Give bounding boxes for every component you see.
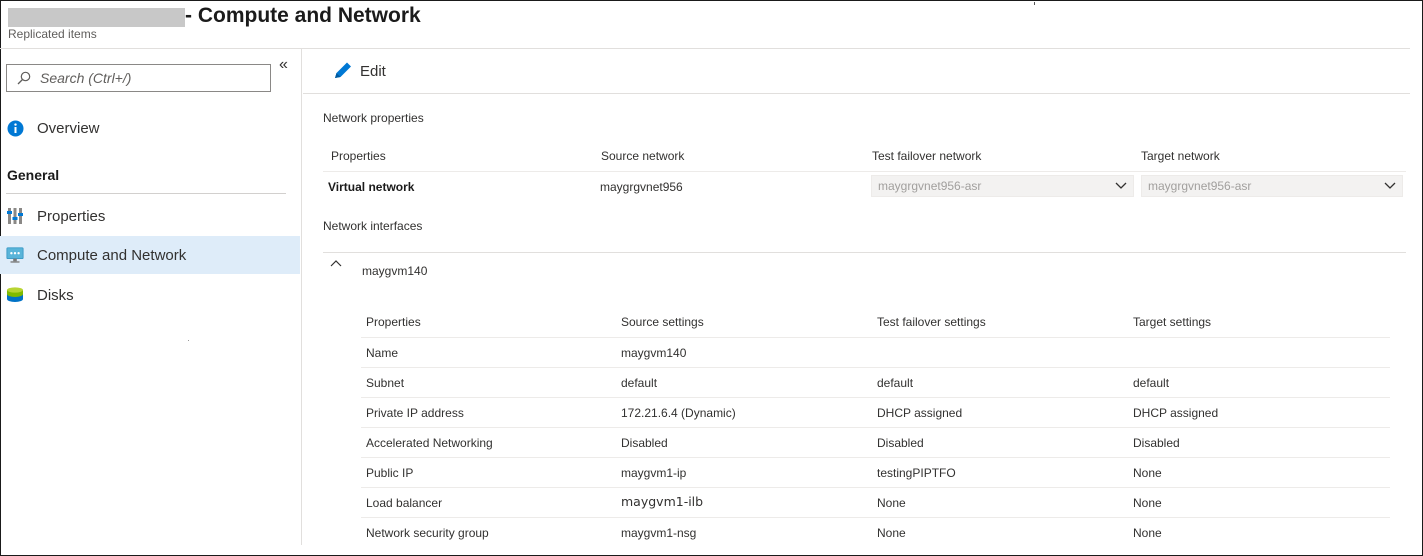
edit-button[interactable]: Edit xyxy=(332,61,386,81)
chevron-up-icon xyxy=(330,260,342,267)
target-setting: Disabled xyxy=(1133,436,1180,450)
column-header-properties: Properties xyxy=(331,149,386,163)
source-setting: maygvm1-ip xyxy=(621,466,687,480)
edit-button-label: Edit xyxy=(360,62,386,80)
sidebar-item-compute-and-network[interactable]: Compute and Network xyxy=(0,236,300,274)
network-properties-heading: Network properties xyxy=(323,111,424,125)
source-setting: maygvm1-ilb xyxy=(621,494,704,509)
info-icon xyxy=(6,119,24,137)
target-setting: DHCP assigned xyxy=(1133,406,1219,420)
row-property: Public IP xyxy=(366,466,414,480)
search-input[interactable] xyxy=(40,70,260,86)
target-setting: None xyxy=(1133,466,1162,480)
nav-group-general: General xyxy=(7,167,60,183)
test-failover-setting: testingPIPTFO xyxy=(877,466,956,480)
sidebar-item-label: Overview xyxy=(37,119,100,137)
source-setting: maygvm140 xyxy=(621,346,687,360)
source-setting: default xyxy=(621,376,658,390)
column-header-test-failover-network: Test failover network xyxy=(872,149,982,163)
sidebar-item-disks[interactable]: Disks xyxy=(0,276,300,314)
table-row: Network security group maygvm1-nsg None … xyxy=(361,517,1390,546)
column-header-properties: Properties xyxy=(366,315,421,329)
table-row: Accelerated Networking Disabled Disabled… xyxy=(361,427,1390,456)
column-header-test-failover-settings: Test failover settings xyxy=(877,315,986,329)
source-setting: maygvm1-nsg xyxy=(621,526,697,540)
page-subtitle: Replicated items xyxy=(8,27,97,41)
collapse-sidebar-icon[interactable]: « xyxy=(279,56,288,74)
table-row: Name maygvm140 xyxy=(361,337,1390,366)
source-setting: Disabled xyxy=(621,436,668,450)
sidebar-item-properties[interactable]: Properties xyxy=(0,197,300,235)
target-setting: None xyxy=(1133,526,1162,540)
test-failover-setting: None xyxy=(877,526,906,540)
column-header-source-network: Source network xyxy=(601,149,685,163)
test-failover-setting: DHCP assigned xyxy=(877,406,963,420)
chevron-down-icon xyxy=(1384,182,1396,189)
test-failover-setting: None xyxy=(877,496,906,510)
search-icon xyxy=(17,71,31,85)
target-setting: default xyxy=(1133,376,1170,390)
row-property: Virtual network xyxy=(328,180,415,194)
chevron-down-icon xyxy=(1115,182,1127,189)
source-setting: 172.21.6.4 (Dynamic) xyxy=(621,406,736,420)
column-header-target-settings: Target settings xyxy=(1133,315,1212,329)
group-divider xyxy=(6,193,286,194)
test-failover-network-dropdown[interactable]: maygrgvnet956-asr xyxy=(871,175,1134,197)
disks-icon xyxy=(6,286,24,304)
column-header-source-settings: Source settings xyxy=(621,315,704,329)
column-header-target-network: Target network xyxy=(1141,149,1220,163)
dropdown-value: maygrgvnet956-asr xyxy=(878,179,982,193)
target-setting: None xyxy=(1133,496,1162,510)
main-content: Edit Network properties Properties Sourc… xyxy=(303,49,1410,545)
nic-divider xyxy=(323,252,1406,253)
row-property: Name xyxy=(366,346,399,360)
row-property: Load balancer xyxy=(366,496,443,510)
row-property: Private IP address xyxy=(366,406,464,420)
sidebar-item-label: Properties xyxy=(37,207,106,225)
sidebar: « Overview General Properties xyxy=(0,49,302,545)
artifact-speck xyxy=(188,340,189,341)
redacted-vault-name xyxy=(8,7,185,27)
network-interfaces-heading: Network interfaces xyxy=(323,219,423,233)
nic-expander[interactable]: maygvm140 xyxy=(330,259,427,278)
nic-name: maygvm140 xyxy=(362,264,428,278)
row-property: Network security group xyxy=(366,526,489,540)
test-failover-setting: Disabled xyxy=(877,436,924,450)
sidebar-item-overview[interactable]: Overview xyxy=(0,109,300,147)
table-row: Private IP address 172.21.6.4 (Dynamic) … xyxy=(361,397,1390,426)
source-network-value: maygrgvnet956 xyxy=(600,180,683,194)
target-network-dropdown[interactable]: maygrgvnet956-asr xyxy=(1141,175,1403,197)
row-property: Subnet xyxy=(366,376,405,390)
search-box[interactable] xyxy=(6,64,271,92)
table-row: Load balancer maygvm1-ilb None None xyxy=(361,487,1390,516)
table-row: Subnet default default default xyxy=(361,367,1390,396)
properties-sliders-icon xyxy=(6,207,24,225)
edit-pencil-icon xyxy=(335,62,351,78)
row-property: Accelerated Networking xyxy=(366,436,493,450)
sidebar-item-label: Compute and Network xyxy=(37,246,187,264)
command-bar: Edit xyxy=(303,49,1410,94)
dropdown-value: maygrgvnet956-asr xyxy=(1148,179,1252,193)
page-header: - Compute and Network xyxy=(8,2,421,30)
page-title: - Compute and Network xyxy=(185,4,421,27)
compute-network-icon xyxy=(6,246,24,264)
test-failover-setting: default xyxy=(877,376,914,390)
artifact-mark xyxy=(1034,2,1035,5)
sidebar-item-label: Disks xyxy=(37,286,74,304)
table-row: Public IP maygvm1-ip testingPIPTFO None xyxy=(361,457,1390,486)
